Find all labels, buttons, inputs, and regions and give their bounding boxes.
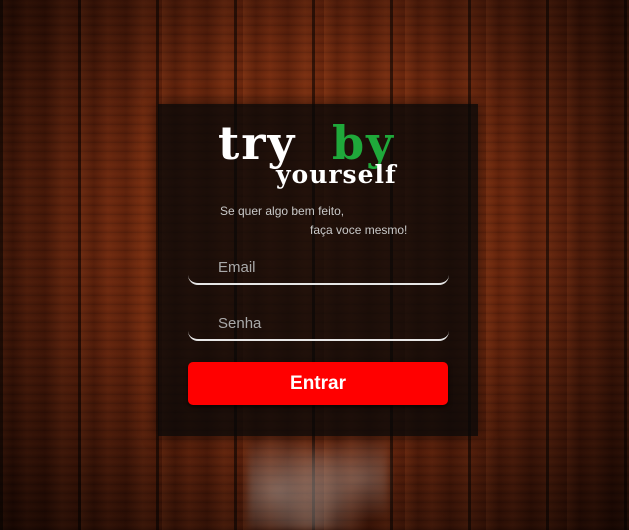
login-card: try by yourself Se quer algo bem feito, … [158,104,478,436]
tagline-line-1: Se quer algo bem feito, [220,204,345,218]
login-page: { "logo": { "word_try": "try", "word_by"… [0,0,629,530]
password-field [188,307,449,341]
email-field [188,251,449,285]
tagline-line-2: faça voce mesmo! [310,223,408,237]
submit-button[interactable]: Entrar [188,362,448,405]
logo-word-yourself: yourself [276,160,397,189]
email-input[interactable] [188,251,449,283]
brand-logo: try by yourself [218,116,418,194]
password-input[interactable] [188,307,449,339]
